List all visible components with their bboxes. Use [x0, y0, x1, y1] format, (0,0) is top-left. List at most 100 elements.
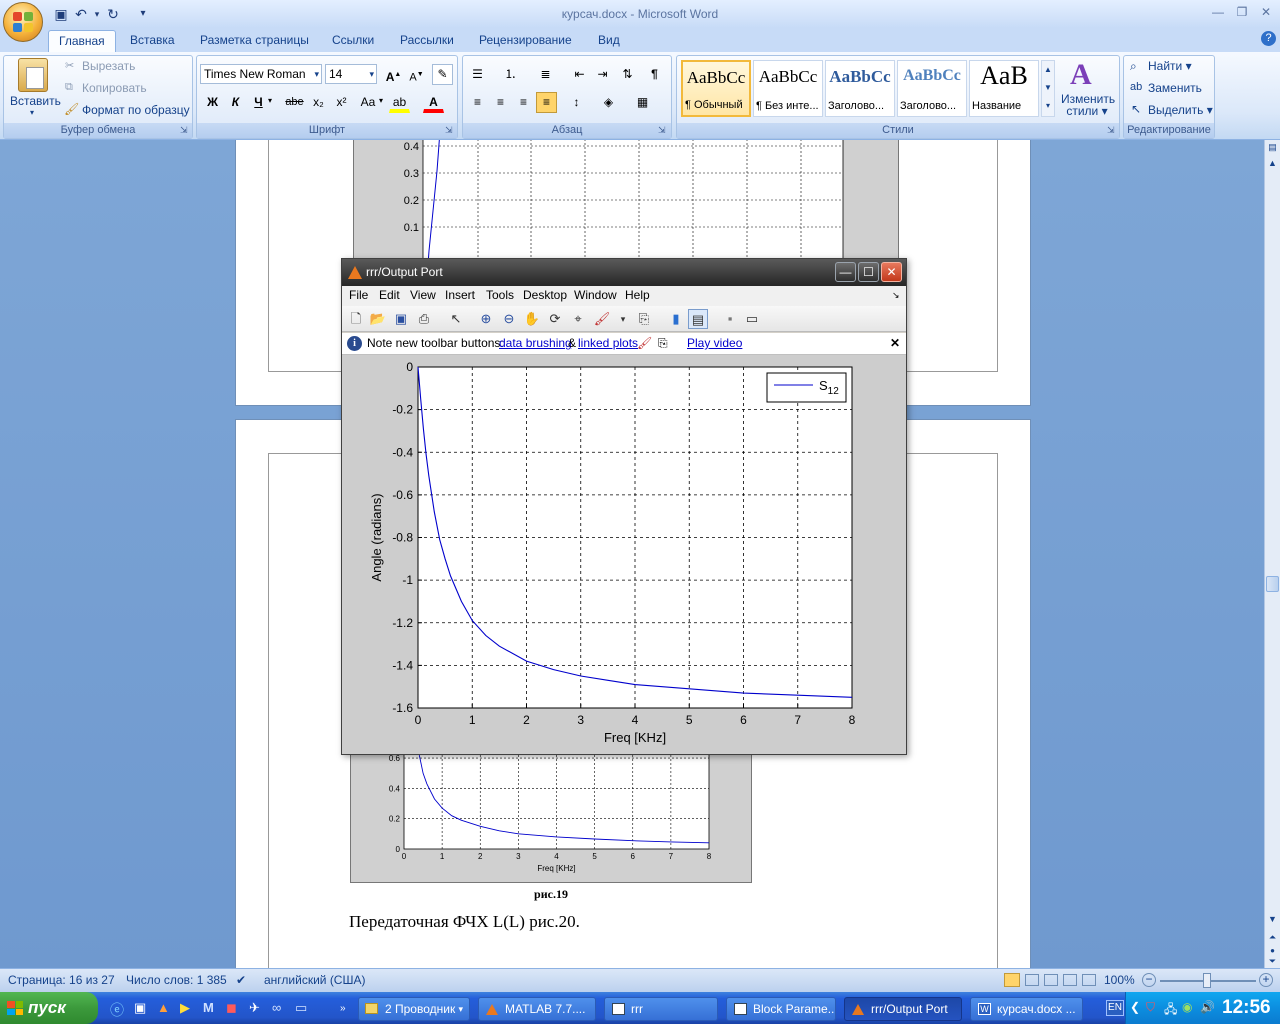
info-close-icon[interactable]: ✕: [890, 333, 900, 354]
tab-insert[interactable]: Вставка: [120, 30, 185, 52]
scroll-up-icon[interactable]: ▲: [1266, 158, 1279, 172]
task-explorer[interactable]: 2 Проводник ▾: [358, 997, 470, 1021]
style-heading-2[interactable]: AaBbCc Заголово...: [897, 60, 967, 117]
paragraph-launcher-icon[interactable]: ⇲: [658, 125, 666, 136]
figure-canvas[interactable]: 0 1 2 3 4 5 6 7 8 0 -0.2 -0.4 -0.6 -0.8 -1 -1.2 -1.4 -1.6…: [342, 355, 906, 754]
web-layout-view-icon[interactable]: [1044, 974, 1058, 986]
hide-plot-tools-icon[interactable]: ▪: [720, 309, 740, 329]
paste-button[interactable]: Вставить: [10, 94, 61, 108]
zoom-in-button[interactable]: +: [1259, 973, 1273, 987]
full-screen-view-icon[interactable]: [1025, 974, 1039, 986]
document-paragraph[interactable]: Передаточная ФЧХ L(L) рис.20.: [349, 912, 580, 932]
office-button[interactable]: [3, 2, 43, 42]
clear-format-icon[interactable]: ✎: [432, 64, 453, 85]
menu-view[interactable]: View: [410, 286, 436, 304]
save-icon[interactable]: ▣: [52, 5, 70, 23]
superscript-button[interactable]: x²: [331, 92, 352, 113]
menu-edit[interactable]: Edit: [379, 286, 400, 304]
shading-icon[interactable]: ◈: [598, 92, 619, 113]
scroll-thumb[interactable]: [1266, 576, 1279, 592]
figure-minimize-button[interactable]: —: [835, 262, 856, 282]
tab-page-layout[interactable]: Разметка страницы: [190, 30, 319, 52]
tab-home[interactable]: Главная: [48, 30, 116, 53]
font-size-dropdown-icon[interactable]: ▾: [369, 65, 374, 83]
style-title[interactable]: AaB Название: [969, 60, 1039, 117]
menu-insert[interactable]: Insert: [445, 286, 475, 304]
edit-plot-icon[interactable]: ↖: [446, 309, 466, 329]
quicklaunch-matlab-icon[interactable]: ▲: [157, 1000, 170, 1015]
strikethrough-button[interactable]: abe: [284, 92, 305, 113]
zoom-out-icon[interactable]: ⊖: [499, 309, 519, 329]
align-center-icon[interactable]: ≡: [490, 92, 511, 113]
style-normal[interactable]: AaBbCc ¶ Обычный: [681, 60, 751, 117]
figure-title-bar[interactable]: rrr/Output Port: [342, 259, 906, 286]
menu-help[interactable]: Help: [625, 286, 650, 304]
quicklaunch-5-icon[interactable]: ∞: [272, 1000, 281, 1015]
subscript-button[interactable]: x₂: [308, 92, 329, 113]
save-figure-icon[interactable]: ▣: [391, 309, 411, 329]
browse-object-icon[interactable]: ●: [1266, 946, 1279, 956]
decrease-indent-icon[interactable]: ⇤: [569, 64, 590, 85]
zoom-in-icon[interactable]: ⊕: [476, 309, 496, 329]
status-page[interactable]: Страница: 16 из 27: [8, 969, 115, 991]
close-button[interactable]: ✕: [1256, 5, 1276, 21]
menu-desktop[interactable]: Desktop: [523, 286, 567, 304]
task-rrr[interactable]: rrr: [604, 997, 718, 1021]
sort-icon[interactable]: ⇅: [617, 64, 638, 85]
tray-network-icon[interactable]: 🖧: [1164, 1000, 1177, 1021]
font-name-combo[interactable]: Times New Roman ▾: [200, 64, 322, 84]
proofing-icon[interactable]: ✔: [236, 969, 246, 991]
replace-button[interactable]: Заменить: [1148, 81, 1202, 95]
multilevel-list-icon[interactable]: ≣: [535, 64, 556, 85]
rotate-3d-icon[interactable]: ⟳: [545, 309, 565, 329]
next-page-icon[interactable]: ⏷: [1266, 956, 1279, 968]
cut-button[interactable]: Вырезать: [82, 59, 135, 73]
underline-dropdown-icon[interactable]: ▾: [268, 96, 272, 105]
paste-icon[interactable]: [18, 58, 48, 92]
zoom-slider-thumb[interactable]: [1203, 973, 1211, 988]
brush-icon[interactable]: 🖌: [592, 309, 612, 329]
figure-maximize-button[interactable]: ☐: [858, 262, 879, 282]
highlight-icon[interactable]: ab: [389, 92, 410, 113]
show-plot-tools-icon[interactable]: ▭: [742, 309, 762, 329]
borders-icon[interactable]: ▦: [632, 92, 653, 113]
insert-colorbar-icon[interactable]: ▮: [666, 309, 686, 329]
find-button[interactable]: Найти ▾: [1148, 59, 1192, 73]
quicklaunch-3-icon[interactable]: ◼: [226, 1000, 237, 1016]
tab-references[interactable]: Ссылки: [322, 30, 384, 52]
task-block-parameters[interactable]: Block Parame...: [726, 997, 836, 1021]
data-cursor-icon[interactable]: ⌖: [568, 309, 588, 329]
clipboard-launcher-icon[interactable]: ⇲: [180, 125, 188, 136]
bullets-icon[interactable]: ☰: [467, 64, 488, 85]
insert-legend-icon[interactable]: ▤: [688, 309, 708, 329]
shrink-font-icon[interactable]: A▼: [406, 64, 427, 85]
font-launcher-icon[interactable]: ⇲: [445, 125, 453, 136]
line-spacing-icon[interactable]: ↕: [566, 92, 587, 113]
figure-close-button[interactable]: ✕: [881, 262, 902, 282]
scroll-down-icon[interactable]: ▼: [1266, 914, 1279, 928]
restore-button[interactable]: ❐: [1232, 5, 1252, 21]
new-figure-icon[interactable]: 🗋: [346, 309, 366, 329]
minimize-button[interactable]: —: [1208, 5, 1228, 21]
print-layout-view-icon[interactable]: [1004, 973, 1020, 987]
zoom-out-button[interactable]: −: [1142, 973, 1156, 987]
linked-plots-link[interactable]: linked plots: [578, 333, 638, 354]
select-button[interactable]: Выделить ▾: [1148, 103, 1213, 117]
justify-icon[interactable]: ≡: [536, 92, 557, 113]
quicklaunch-ie-icon[interactable]: ⓔ: [110, 1000, 124, 1020]
play-video-link[interactable]: Play video: [687, 333, 742, 354]
styles-launcher-icon[interactable]: ⇲: [1107, 125, 1115, 136]
open-file-icon[interactable]: 📂: [368, 309, 388, 329]
format-painter-button[interactable]: Формат по образцу: [82, 103, 190, 117]
redo-icon[interactable]: ↻: [104, 5, 122, 23]
matlab-figure-window[interactable]: rrr/Output Port — ☐ ✕ File Edit View Ins…: [341, 258, 907, 755]
font-size-combo[interactable]: 14 ▾: [325, 64, 377, 84]
quicklaunch-media-icon[interactable]: ▶: [180, 1000, 190, 1016]
numbering-icon[interactable]: ⒈: [500, 64, 521, 85]
style-heading-1[interactable]: AaBbCc Заголово...: [825, 60, 895, 117]
quicklaunch-desktop-icon[interactable]: ▭: [295, 1000, 307, 1016]
paste-dropdown-icon[interactable]: ▾: [30, 108, 34, 117]
align-right-icon[interactable]: ≡: [513, 92, 534, 113]
tray-volume-icon[interactable]: 🔊: [1200, 1000, 1215, 1014]
tray-antivirus-icon[interactable]: ⛉: [1146, 1000, 1155, 1015]
